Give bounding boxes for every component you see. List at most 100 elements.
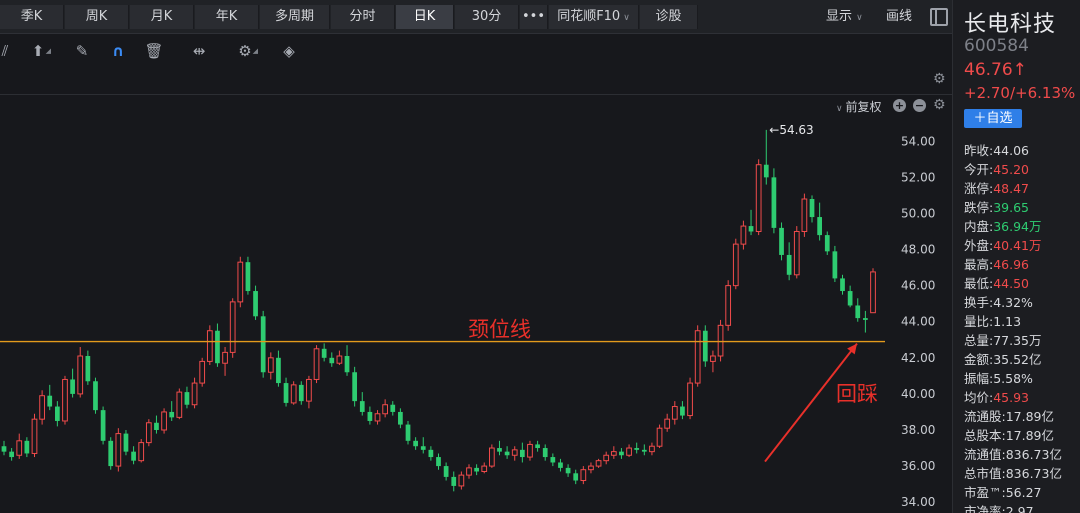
candle-body	[206, 330, 213, 362]
quote-value: 35.52亿	[993, 352, 1042, 367]
quote-label: 今开:	[964, 162, 994, 177]
quote-value: 836.73亿	[1005, 447, 1062, 462]
chart-settings-gear-icon[interactable]: ⚙	[933, 71, 946, 87]
quote-label: 跌停:	[964, 200, 994, 215]
candle-body	[176, 391, 183, 418]
quote-row: 总市值:836.73亿	[964, 463, 1078, 482]
quote-value: 44.06	[993, 143, 1030, 158]
quote-label: 振幅:	[964, 371, 994, 386]
tab-8[interactable]: •••	[520, 5, 548, 29]
candle-body	[359, 401, 365, 412]
y-tick-label: 38.00	[901, 423, 935, 437]
zoom-out-button[interactable]: −	[913, 99, 926, 112]
candle-body	[603, 454, 610, 462]
tab-6[interactable]: 日K	[396, 5, 454, 29]
display-menu-button[interactable]: 显示 ∨	[826, 5, 863, 29]
tab-label: 日K	[413, 9, 436, 24]
candle-body	[558, 462, 563, 468]
tab-5[interactable]: 分时	[331, 5, 395, 29]
line-tool-icon[interactable]: ⫽	[0, 40, 16, 62]
quote-label: 市盈™:	[964, 485, 1006, 500]
tab-0[interactable]: 季K	[0, 5, 64, 29]
y-tick-label: 54.00	[901, 134, 935, 148]
tab-7[interactable]: 30分	[455, 5, 519, 29]
quote-value: 45.20	[993, 162, 1030, 177]
candle-body	[542, 448, 548, 458]
candle-body	[138, 442, 145, 462]
tab-1[interactable]: 周K	[65, 5, 129, 29]
eraser-icon[interactable]: ✎	[71, 40, 93, 62]
quote-row: 最高:46.96	[964, 254, 1078, 273]
quote-row: 金额:35.52亿	[964, 349, 1078, 368]
quote-row: 市净率:2.97	[964, 501, 1078, 513]
tab-4[interactable]: 多周期	[260, 5, 330, 29]
zoom-in-button[interactable]: +	[893, 99, 906, 112]
candle-body	[847, 291, 853, 306]
candle-body	[161, 411, 167, 431]
candle-body	[619, 451, 624, 456]
tab-label: 周K	[85, 9, 108, 24]
quote-label: 总市值:	[964, 466, 1006, 481]
chevron-down-icon: ∨	[856, 13, 863, 23]
stock-name: 长电科技	[964, 12, 1057, 37]
candle-body	[184, 392, 190, 405]
quote-row: 流通值:836.73亿	[964, 444, 1078, 463]
candle-body	[740, 225, 747, 245]
candle-body	[588, 465, 594, 471]
tab-label: 季K	[20, 9, 43, 24]
tab-9[interactable]: 同花顺F10 ∨	[549, 5, 639, 29]
candle-body	[793, 230, 800, 276]
candle-body	[680, 406, 685, 416]
quote-value: 44.50	[993, 276, 1030, 291]
quote-row: 外盘:40.41万	[964, 235, 1078, 254]
indicator-gear-icon[interactable]: ⚙	[933, 97, 946, 113]
tab-label: 诊股	[655, 9, 682, 24]
candle-body	[85, 356, 91, 382]
sidebar-toggle-icon[interactable]	[930, 8, 948, 26]
quote-label: 总量:	[964, 333, 994, 348]
quote-row: 今开:45.20	[964, 159, 1078, 178]
candle-body	[755, 164, 762, 232]
candle-body	[283, 383, 289, 403]
candle-body	[352, 372, 358, 402]
tab-2[interactable]: 月K	[130, 5, 194, 29]
scale-icon[interactable]: ⇹	[188, 40, 210, 62]
tab-label: 月K	[150, 9, 173, 24]
quote-value: 836.73亿	[1005, 466, 1062, 481]
candle-body	[855, 305, 861, 319]
candle-body	[451, 476, 457, 486]
arrow-up-icon[interactable]: ⬆ ◢	[27, 40, 51, 62]
candle-body	[93, 381, 98, 411]
candle-body	[62, 378, 68, 422]
candle-body	[458, 474, 465, 487]
tab-10[interactable]: 诊股	[640, 5, 698, 29]
candle-body	[779, 227, 784, 255]
quote-panel: 长电科技 600584 46.76↑ +2.70/+6.13% ＋自选 昨收:4…	[952, 0, 1080, 513]
tab-3[interactable]: 年K	[195, 5, 259, 29]
y-tick-label: 52.00	[901, 170, 935, 184]
candle-body	[298, 384, 304, 402]
candle-body	[656, 427, 663, 447]
high-price-marker: ←54.63	[769, 123, 813, 137]
quote-row: 流通股:17.89亿	[964, 406, 1078, 425]
candle-body	[519, 449, 525, 458]
quote-row: 跌停:39.65	[964, 197, 1078, 216]
add-watchlist-button[interactable]: ＋自选	[964, 109, 1022, 128]
quote-label: 流通股:	[964, 409, 1006, 424]
candle-body	[154, 422, 159, 430]
quote-row: 振幅:5.58%	[964, 368, 1078, 387]
candle-body	[573, 473, 579, 481]
quote-value: 48.47	[993, 181, 1030, 196]
y-tick-label: 36.00	[901, 459, 935, 473]
candle-body	[626, 447, 632, 456]
gear-icon[interactable]: ⚙ ◢	[234, 40, 258, 62]
magnet-icon[interactable]: ∩	[107, 40, 129, 62]
trash-icon[interactable]: 🗑︎	[143, 40, 165, 62]
kline-chart[interactable]: 54.00 52.00 50.00 48.00 46.00 44.00 42.00 40.00…	[0, 116, 952, 513]
draw-line-button[interactable]: 画线	[886, 5, 912, 29]
candle-body	[809, 199, 815, 218]
candle-body	[801, 198, 808, 232]
layers-icon[interactable]: ◈	[278, 40, 300, 62]
adjust-mode-dropdown[interactable]: ∨ 前复权	[836, 98, 881, 115]
candle-body	[313, 348, 320, 380]
